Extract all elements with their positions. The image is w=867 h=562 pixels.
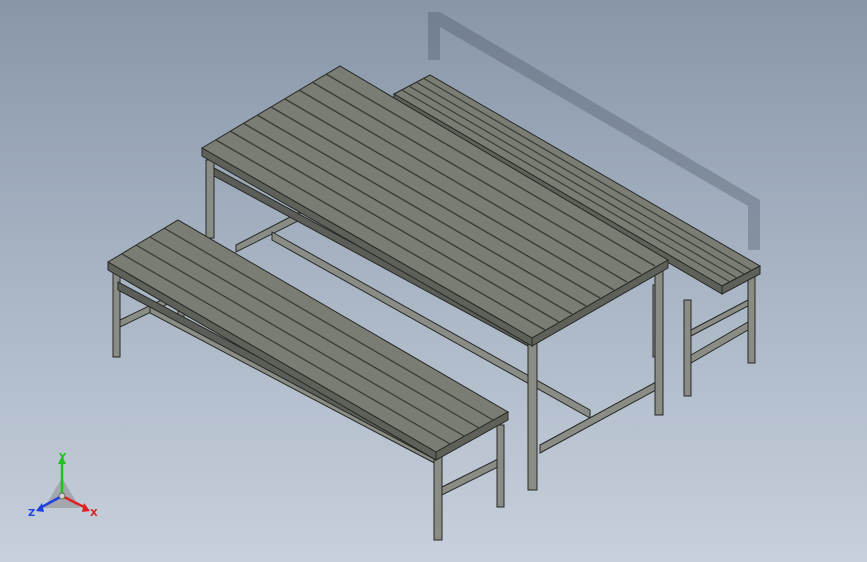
model-scene[interactable]: Y X Z [0,0,867,562]
triad-y-label: Y [58,452,67,463]
bench-back-legs [652,274,756,397]
graphics-viewport[interactable]: Y X Z [0,0,867,562]
view-orientation-triad-icon[interactable]: Y X Z [28,452,98,519]
triad-z-arrow [36,503,44,512]
triad-origin [58,492,66,500]
triad-x-label: X [90,508,98,519]
triad-x-arrow [82,503,90,512]
triad-z-label: Z [28,508,35,519]
